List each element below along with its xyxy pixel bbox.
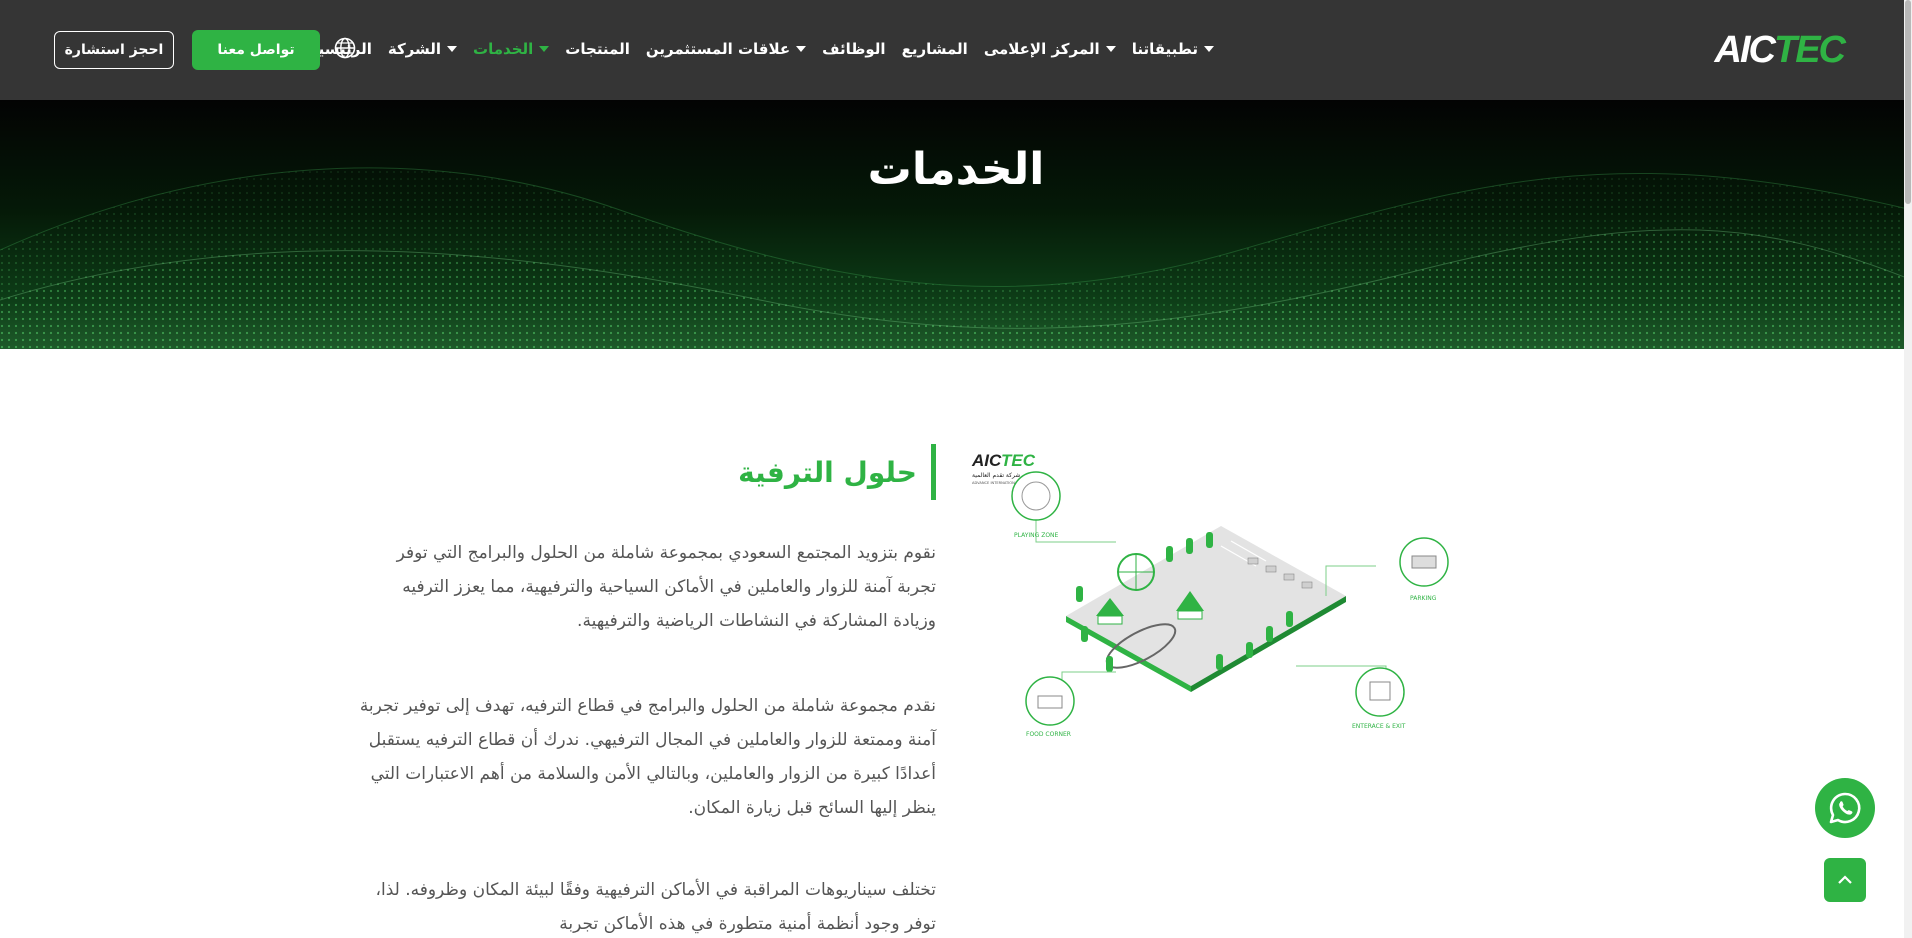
contact-us-button[interactable]: تواصل معنا [192, 30, 320, 70]
nav-label: الخدمات [473, 40, 534, 58]
page-title: الخدمات [867, 144, 1045, 195]
nav-label: الشركة [387, 40, 442, 58]
section-paragraph: نقدم مجموعة شاملة من الحلول والبرامج في … [359, 696, 936, 818]
zone-label: PARKING [1410, 595, 1437, 602]
nav-item-company[interactable]: الشركة [387, 40, 458, 58]
scrollbar-thumb[interactable] [1905, 0, 1911, 204]
nav-label: المركز الإعلامى [983, 40, 1100, 58]
nav-label: المنتجات [565, 40, 630, 58]
whatsapp-button[interactable] [1815, 778, 1875, 838]
section-heading: حلول الترفية [738, 444, 936, 500]
illus-logo-main: AIC [971, 451, 1002, 470]
caret-down-icon [1204, 46, 1214, 52]
logo-main-text: AIC [1714, 29, 1776, 71]
caret-down-icon [447, 46, 458, 52]
illus-company-ar: شركة تقدم العالمية [972, 472, 1020, 479]
nav-label: الوظائف [822, 40, 886, 58]
book-consultation-button[interactable]: احجز استشارة [54, 31, 174, 69]
nav-item-media-center[interactable]: المركز الإعلامى [984, 40, 1116, 58]
hero-banner: الخدمات [0, 100, 1912, 349]
illus-logo-accent: TEC [1001, 451, 1036, 470]
zone-label: PLAYING ZONE [1014, 532, 1059, 539]
whatsapp-icon [1829, 792, 1861, 824]
section-paragraph: نقوم بتزويد المجتمع السعودي بمجموعة شامل… [396, 543, 936, 631]
zone-label: ENTERACE & EXIT [1352, 723, 1406, 730]
page-scrollbar[interactable] [1904, 0, 1912, 938]
logo-accent-text: TEC [1774, 29, 1846, 71]
nav-item-projects[interactable]: المشاريع [902, 40, 968, 58]
main-nav: الرئيسية الشركة الخدمات المنتجات علاقات … [310, 36, 1214, 62]
site-header: AICTEC الرئيسية الشركة الخدمات المنتجات … [0, 0, 1912, 100]
entertainment-park-illustration: AIC TEC شركة تقدم العالمية ADVANCE INTER… [966, 446, 1466, 746]
zone-parking: PARKING [1399, 537, 1449, 602]
zone-food: FOOD CORNER [1025, 676, 1075, 738]
nav-item-our-apps[interactable]: تطبيقاتنا [1132, 40, 1214, 58]
nav-label: المشاريع [901, 40, 968, 58]
section-paragraph: تختلف سيناريوهات المراقبة في الأماكن الت… [375, 880, 936, 934]
particle-wave-graphic [0, 167, 1912, 349]
globe-icon[interactable] [334, 37, 356, 59]
nav-label: علاقات المستثمرين [645, 40, 791, 58]
site-logo[interactable]: AICTEC [1714, 29, 1846, 71]
zone-label: FOOD CORNER [1026, 731, 1071, 738]
nav-item-careers[interactable]: الوظائف [822, 40, 885, 58]
chevron-up-icon [1838, 875, 1852, 884]
section-title: حلول الترفية [738, 455, 917, 489]
zone-entrance: ENTERACE & EXIT [1352, 667, 1406, 730]
nav-item-services[interactable]: الخدمات [473, 40, 550, 58]
nav-item-investor-relations[interactable]: علاقات المستثمرين [645, 40, 807, 58]
caret-down-icon [796, 46, 807, 52]
nav-label: تطبيقاتنا [1131, 40, 1198, 58]
nav-item-products[interactable]: المنتجات [565, 40, 630, 58]
caret-down-icon [1105, 46, 1116, 52]
back-to-top-button[interactable] [1824, 858, 1866, 902]
caret-down-icon [539, 46, 550, 52]
